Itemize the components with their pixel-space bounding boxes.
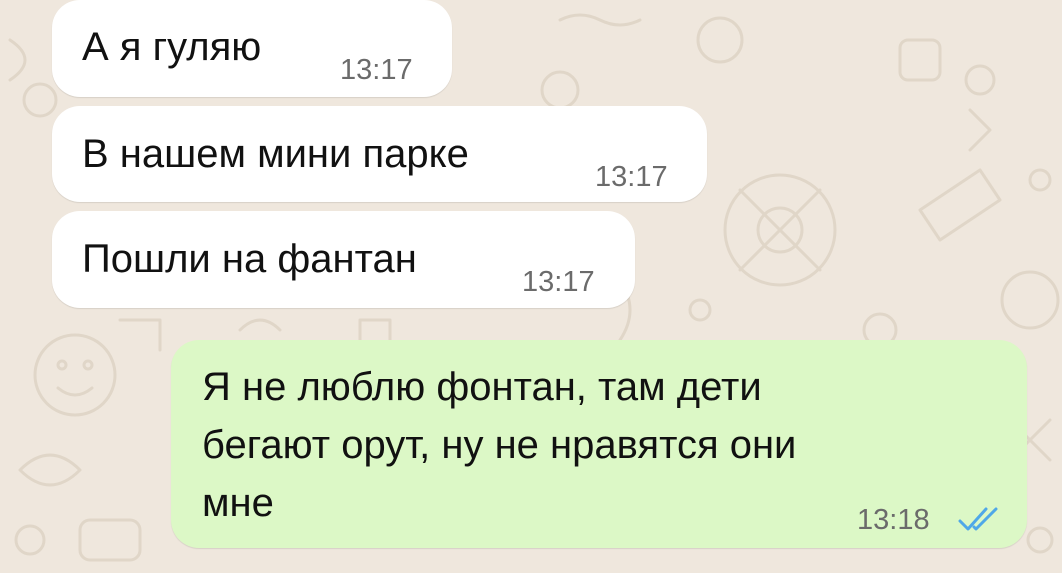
message-text-line: Я не люблю фонтан, там дети xyxy=(202,365,762,409)
message-time: 13:17 xyxy=(522,266,595,298)
outgoing-message-bubble[interactable]: Я не люблю фонтан, там дети бегают орут,… xyxy=(171,340,1027,548)
incoming-message-bubble[interactable]: В нашем мини парке 13:17 xyxy=(52,106,707,202)
message-text-line: мне xyxy=(202,481,274,525)
incoming-message-bubble[interactable]: А я гуляю 13:17 xyxy=(52,0,452,97)
message-time: 13:18 xyxy=(857,504,930,536)
incoming-message-bubble[interactable]: Пошли на фантан 13:17 xyxy=(52,211,635,308)
double-check-read-icon xyxy=(958,507,998,531)
message-text-line: бегают орут, ну не нравятся они xyxy=(202,423,797,467)
message-text: В нашем мини парке xyxy=(82,132,469,176)
message-time: 13:17 xyxy=(595,161,668,193)
chat-messages[interactable]: А я гуляю 13:17 В нашем мини парке 13:17… xyxy=(0,0,1062,573)
message-text: Пошли на фантан xyxy=(82,237,417,281)
message-time: 13:17 xyxy=(340,54,413,86)
message-text: А я гуляю xyxy=(82,25,262,69)
